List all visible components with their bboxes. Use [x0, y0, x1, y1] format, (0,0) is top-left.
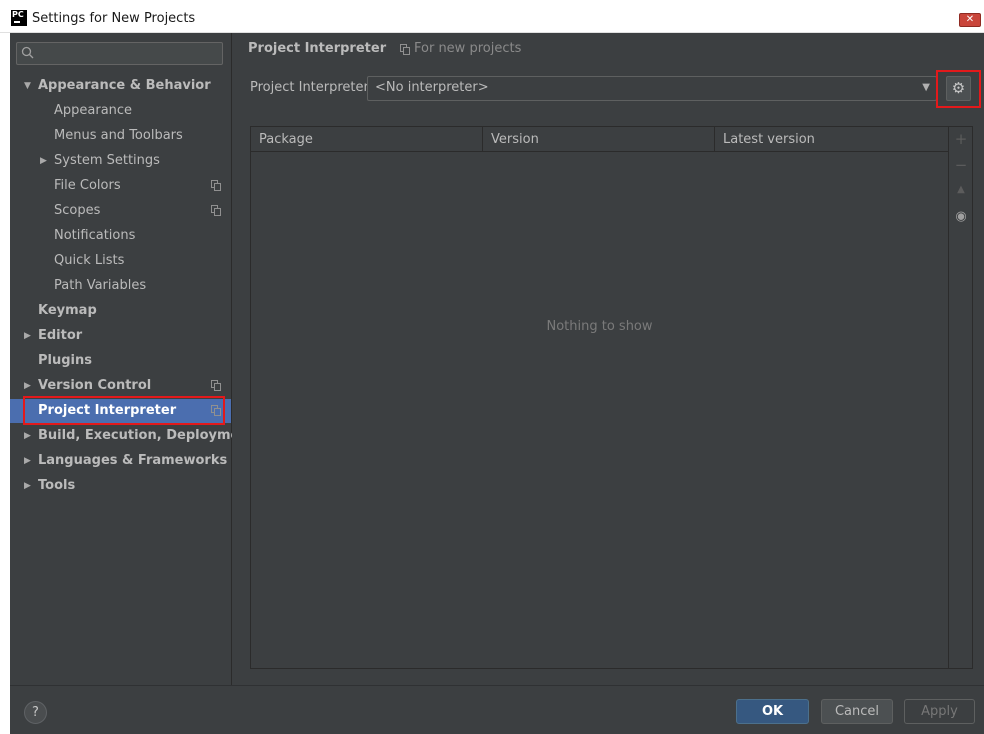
sidebar-item-label: Build, Execution, Deployment: [38, 428, 255, 443]
sidebar-item-label: Notifications: [54, 228, 136, 243]
collapsed-arrow-icon[interactable]: ▶: [24, 324, 31, 348]
sidebar-item-label: Path Variables: [54, 278, 147, 293]
sidebar-item-label: Appearance: [54, 103, 133, 118]
settings-content: Project Interpreter For new projects Pro…: [232, 33, 984, 685]
ok-button[interactable]: OK: [736, 699, 809, 724]
sidebar-item-system-settings[interactable]: ▶ System Settings: [10, 149, 231, 173]
settings-dialog: ▼ Appearance & Behavior Appearance Menus an…: [10, 33, 984, 734]
apply-button[interactable]: Apply: [904, 699, 975, 724]
cancel-button[interactable]: Cancel: [821, 699, 893, 724]
eye-icon[interactable]: ◉: [949, 209, 973, 224]
copy-icon: [211, 205, 221, 216]
empty-table-message: Nothing to show: [546, 319, 653, 334]
sidebar-item-file-colors[interactable]: File Colors: [10, 174, 231, 198]
settings-search-input[interactable]: [45, 45, 215, 62]
highlight-box-project-interpreter: [23, 396, 225, 425]
sidebar-item-scopes[interactable]: Scopes: [10, 199, 231, 223]
sidebar-item-build-execution-deployment[interactable]: ▶ Build, Execution, Deployment: [10, 424, 255, 448]
sidebar-item-quick-lists[interactable]: Quick Lists: [10, 249, 231, 273]
sidebar-item-label: Tools: [38, 478, 76, 493]
sidebar-item-tools[interactable]: ▶ Tools: [10, 474, 231, 498]
copy-icon: [400, 44, 410, 55]
search-icon: [21, 46, 35, 64]
sidebar-item-menus-and-toolbars[interactable]: Menus and Toolbars: [10, 124, 231, 148]
collapsed-arrow-icon[interactable]: ▶: [24, 449, 31, 473]
collapsed-arrow-icon[interactable]: ▶: [24, 374, 31, 398]
help-button[interactable]: ?: [24, 701, 47, 724]
copy-icon: [211, 380, 221, 391]
sidebar-item-label: File Colors: [54, 178, 121, 193]
settings-sidebar: ▼ Appearance & Behavior Appearance Menus an…: [10, 33, 255, 685]
collapsed-arrow-icon[interactable]: ▶: [24, 474, 31, 498]
sidebar-item-keymap[interactable]: Keymap: [10, 299, 231, 323]
settings-search-box[interactable]: [16, 42, 223, 65]
window-titlebar: PC Settings for New Projects ✕: [0, 0, 984, 33]
dialog-footer: ? OK Cancel Apply: [10, 685, 984, 734]
sidebar-item-path-variables[interactable]: Path Variables: [10, 274, 231, 298]
sidebar-item-editor[interactable]: ▶ Editor: [10, 324, 231, 348]
table-toolbar: + − ▲ ◉: [948, 127, 973, 668]
interpreter-label: Project Interpreter:: [250, 80, 374, 95]
sidebar-item-appearance-behavior[interactable]: ▼ Appearance & Behavior: [10, 74, 231, 98]
sidebar-item-label: Quick Lists: [54, 253, 125, 268]
collapsed-arrow-icon[interactable]: ▶: [24, 424, 31, 448]
add-package-icon[interactable]: +: [949, 130, 973, 148]
window-title: Settings for New Projects: [32, 11, 196, 26]
copy-icon: [211, 180, 221, 191]
packages-table: Package Version Latest version Nothing t…: [250, 126, 973, 669]
sidebar-item-label: Keymap: [38, 303, 97, 318]
window-close-button[interactable]: ✕: [959, 13, 981, 27]
sidebar-item-label: Editor: [38, 328, 83, 343]
page-title: Project Interpreter: [248, 41, 387, 56]
table-header: Package Version Latest version: [251, 127, 948, 152]
sidebar-item-label: Version Control: [38, 378, 152, 393]
column-header-version[interactable]: Version: [483, 127, 715, 152]
sidebar-item-languages-frameworks[interactable]: ▶ Languages & Frameworks: [10, 449, 231, 473]
sidebar-item-label: Appearance & Behavior: [38, 78, 211, 93]
pycharm-logo-icon: PC: [11, 10, 27, 26]
sidebar-item-label: System Settings: [54, 153, 160, 168]
interpreter-dropdown[interactable]: <No interpreter> ▼: [367, 76, 937, 101]
sidebar-item-label: Languages & Frameworks: [38, 453, 228, 468]
sidebar-item-label: Scopes: [54, 203, 101, 218]
sidebar-item-notifications[interactable]: Notifications: [10, 224, 231, 248]
sidebar-item-appearance[interactable]: Appearance: [10, 99, 231, 123]
remove-package-icon[interactable]: −: [949, 156, 973, 174]
sidebar-item-label: Plugins: [38, 353, 92, 368]
interpreter-value: <No interpreter>: [375, 80, 489, 95]
highlight-box-gear: [936, 70, 981, 108]
collapsed-arrow-icon[interactable]: ▶: [40, 149, 47, 173]
chevron-down-icon: ▼: [922, 82, 930, 93]
sidebar-item-version-control[interactable]: ▶ Version Control: [10, 374, 231, 398]
sidebar-item-label: Menus and Toolbars: [54, 128, 183, 143]
column-header-latest-version[interactable]: Latest version: [715, 127, 948, 152]
sidebar-item-plugins[interactable]: Plugins: [10, 349, 231, 373]
column-header-package[interactable]: Package: [251, 127, 483, 152]
expanded-arrow-icon[interactable]: ▼: [24, 74, 31, 98]
upgrade-package-icon[interactable]: ▲: [949, 184, 973, 195]
